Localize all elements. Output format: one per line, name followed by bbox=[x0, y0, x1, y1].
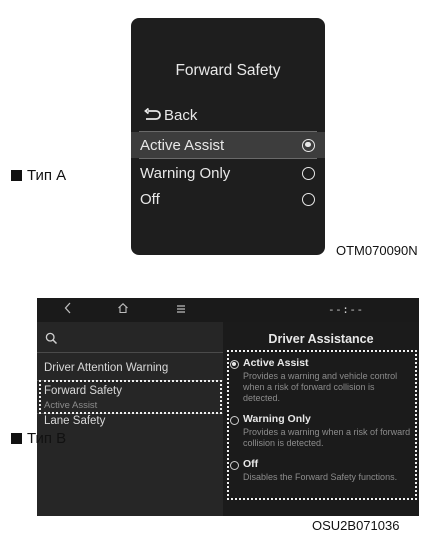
divider bbox=[139, 158, 317, 159]
option-off[interactable]: Off bbox=[131, 186, 325, 212]
option-label: Warning Only bbox=[140, 164, 231, 182]
back-button[interactable]: Back bbox=[143, 104, 197, 126]
highlight-options bbox=[227, 350, 417, 500]
status-time: --:-- bbox=[328, 303, 364, 316]
back-chevron-icon[interactable] bbox=[64, 302, 72, 317]
search-icon[interactable] bbox=[45, 332, 58, 350]
menu-item-driver-attention-warning[interactable]: Driver Attention Warning bbox=[44, 362, 168, 374]
status-bar: --:-- bbox=[37, 298, 419, 322]
option-label: Off bbox=[140, 190, 160, 208]
option-label: Active Assist bbox=[140, 136, 225, 154]
page-title: Forward Safety bbox=[175, 62, 281, 79]
type-b-label: Тип B bbox=[11, 430, 66, 447]
option-warning-only[interactable]: Warning Only bbox=[131, 160, 325, 186]
highlight-forward-safety bbox=[39, 380, 222, 414]
type-a-label: Тип A bbox=[11, 167, 66, 184]
radio-selected-icon bbox=[302, 138, 315, 152]
option-active-assist[interactable]: Active Assist bbox=[131, 132, 325, 158]
type-b-text: Тип B bbox=[27, 430, 67, 447]
back-arrow-icon bbox=[143, 108, 161, 122]
square-bullet-icon bbox=[11, 170, 22, 181]
menu-item-lane-safety[interactable]: Lane Safety bbox=[44, 415, 105, 427]
panel-b-screen: --:-- Driver Attention Warning Forward S… bbox=[37, 298, 419, 516]
settings-menu: Driver Attention Warning Forward Safety … bbox=[37, 322, 223, 516]
panel-title: Driver Assistance bbox=[268, 332, 374, 346]
home-icon[interactable] bbox=[117, 302, 129, 317]
radio-unselected-icon bbox=[302, 192, 315, 206]
image-code-a: OTM070090N bbox=[336, 243, 418, 258]
menu-icon[interactable] bbox=[176, 302, 186, 317]
image-code-b: OSU2B071036 bbox=[312, 518, 400, 533]
panel-a-screen: Forward Safety Back Active Assist Warnin… bbox=[131, 18, 325, 255]
back-label: Back bbox=[164, 106, 198, 124]
radio-unselected-icon bbox=[302, 166, 315, 180]
divider bbox=[37, 352, 223, 353]
square-bullet-icon bbox=[11, 433, 22, 444]
type-a-text: Тип A bbox=[27, 167, 67, 184]
